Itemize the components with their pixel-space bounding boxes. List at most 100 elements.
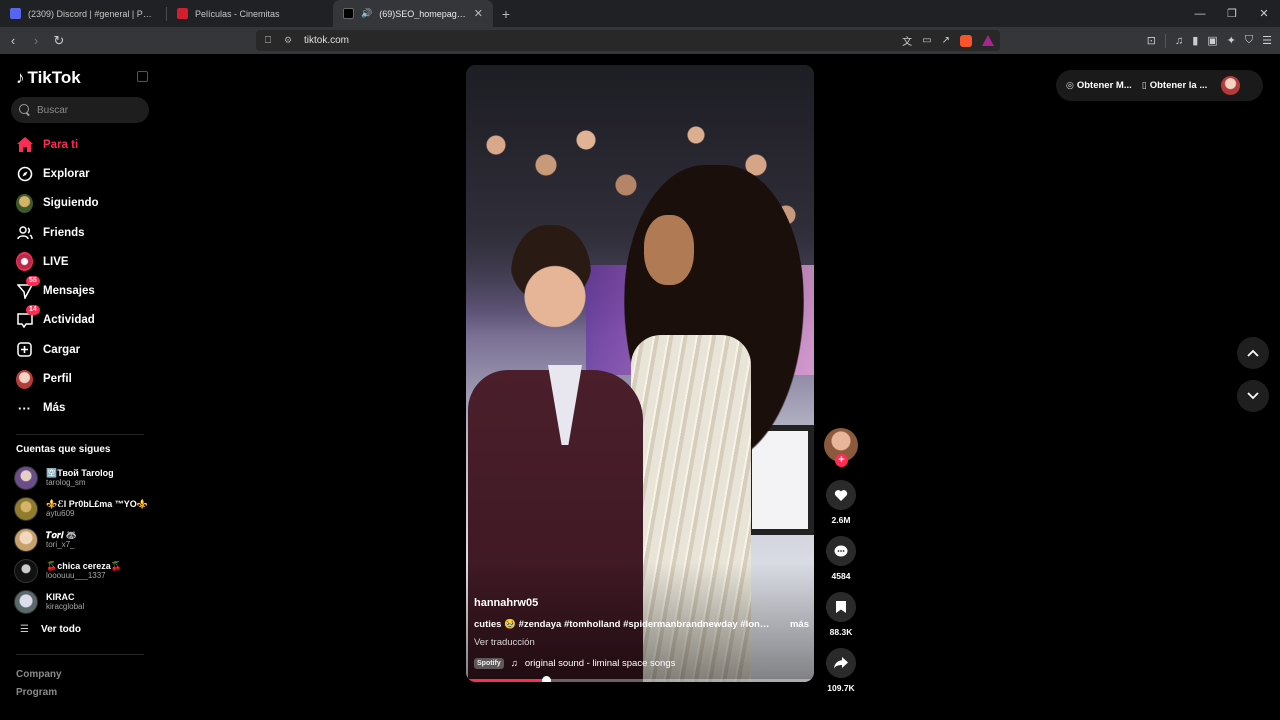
close-window-icon[interactable]: ✕ <box>1248 0 1280 27</box>
site-info-icon[interactable]: ⚙ <box>284 35 298 46</box>
nav-item-cargar[interactable]: Cargar <box>0 335 160 364</box>
share-icon[interactable]: ↗ <box>942 35 950 46</box>
chevron-down-icon <box>1247 392 1259 400</box>
tab-title: (69)SEO_homepage_title <box>379 8 467 19</box>
nav-item-actividad[interactable]: 14 Actividad <box>0 304 160 335</box>
video-progress-knob[interactable] <box>542 676 552 682</box>
collapse-sidebar-icon[interactable] <box>137 71 148 82</box>
upload-icon <box>16 341 33 358</box>
heart-icon[interactable] <box>826 480 856 510</box>
new-tab-button[interactable]: + <box>493 0 519 27</box>
tiktok-logo[interactable]: ♪ TikTok <box>16 68 81 88</box>
next-video-button[interactable] <box>1237 380 1269 412</box>
like-action[interactable]: 2.6M <box>822 480 860 525</box>
brave-shields-icon[interactable] <box>960 34 972 47</box>
minimize-icon[interactable]: — <box>1184 0 1216 27</box>
brave-rewards-icon[interactable] <box>982 35 994 46</box>
search-box[interactable] <box>11 97 149 123</box>
menu-icon[interactable]: ☰ <box>1262 34 1272 47</box>
account-name: KIRAC <box>46 591 75 602</box>
user-avatar[interactable] <box>1221 76 1241 95</box>
tab-cinemitas[interactable]: Películas - Cinemitas <box>167 0 333 27</box>
tab-title: (2309) Discord | #general | Punto De <box>28 8 156 19</box>
get-coins-button[interactable]: ◎ Obtener M... <box>1066 80 1132 91</box>
music-icon[interactable]: ♫ <box>1175 35 1183 47</box>
nav-item-siguiendo[interactable]: Siguiendo <box>0 189 160 218</box>
share-action[interactable]: 109.7K <box>822 648 860 693</box>
friends-icon <box>16 224 33 241</box>
nav-item-perfil[interactable]: Perfil <box>0 364 160 393</box>
nav-item-para-ti[interactable]: Para ti <box>0 130 160 159</box>
footer-program-link[interactable]: Program <box>16 684 62 702</box>
see-all-button[interactable]: ☰ Ver todo <box>20 624 81 635</box>
comment-action[interactable]: 4584 <box>822 536 860 581</box>
nav-label: Perfil <box>43 373 72 386</box>
window-controls: — ❐ ✕ <box>1184 0 1280 27</box>
share-count: 109.7K <box>827 683 855 693</box>
cast-icon[interactable]: ▭ <box>922 35 931 46</box>
account-name: 𝑻𝒐𝒓𝒊 🦝 <box>46 529 78 540</box>
leo-ai-icon[interactable]: ✦ <box>1227 34 1236 47</box>
account-item[interactable]: ⚜️ℰl Pr0bL£ma ™YO⚜️ aytu609 <box>14 493 154 524</box>
reload-icon[interactable]: ↻ <box>49 30 69 52</box>
nav-label: Para ti <box>43 138 79 151</box>
video-player[interactable]: hannahrw05 cuties 🥹 #zendaya #tomholland… <box>466 65 814 682</box>
divider <box>16 434 144 435</box>
phone-icon: ▯ <box>1141 80 1147 90</box>
sidebar-toggle-icon[interactable]: ▮ <box>1192 34 1198 47</box>
reading-list-icon[interactable]: ⊡ <box>1147 34 1156 47</box>
account-username: tarolog_sm <box>46 477 86 487</box>
nav-item-mas[interactable]: ··· Más <box>0 394 160 423</box>
previous-video-button[interactable] <box>1237 337 1269 369</box>
address-bar[interactable]: ⎕ ⚙ tiktok.com 文 ▭ ↗ <box>256 30 1000 51</box>
back-icon[interactable]: ‹ <box>3 30 23 52</box>
nav-item-live[interactable]: LIVE <box>0 247 160 276</box>
vpn-icon[interactable]: ⛉ <box>1245 34 1253 47</box>
nav-label: Mensajes <box>43 285 95 298</box>
translate-link[interactable]: Ver traducción <box>474 637 535 648</box>
account-item[interactable]: 🍒chica cereza🍒 looouuu___1337 <box>14 555 154 586</box>
bookmark-icon[interactable]: ⎕ <box>260 35 276 46</box>
tab-discord[interactable]: (2309) Discord | #general | Punto De <box>0 0 166 27</box>
wallet-icon[interactable]: ▣ <box>1207 34 1217 47</box>
video-description-text: cuties 🥹 #zendaya #tomholland #spiderman… <box>474 619 774 630</box>
account-item[interactable]: KIRAC kiracglobal <box>14 586 154 617</box>
nav-item-friends[interactable]: Friends <box>0 218 160 247</box>
follow-plus-icon[interactable]: + <box>835 454 848 467</box>
chevron-up-icon <box>1247 349 1259 357</box>
audio-icon[interactable]: 🔊 <box>361 8 372 19</box>
translate-icon[interactable]: 文 <box>902 33 912 48</box>
account-item[interactable]: 🈳Твой Tarolog tarolog_sm <box>14 462 154 493</box>
tiktok-note-icon: ♪ <box>16 68 25 87</box>
account-item[interactable]: 𝑻𝒐𝒓𝒊 🦝 tori_x7_ <box>14 524 154 555</box>
url-text: tiktok.com <box>304 35 350 46</box>
save-action[interactable]: 88.3K <box>822 592 860 637</box>
live-icon <box>16 252 33 272</box>
share-icon[interactable] <box>826 648 856 678</box>
more-button[interactable]: más <box>790 619 809 630</box>
nav-item-mensajes[interactable]: 55 Mensajes <box>0 275 160 305</box>
like-count: 2.6M <box>831 515 851 525</box>
nav-label: Actividad <box>43 314 95 327</box>
tab-tiktok[interactable]: 🔊 (69)SEO_homepage_title ✕ <box>333 0 493 27</box>
bookmark-icon[interactable] <box>826 592 856 622</box>
search-input[interactable] <box>37 104 137 116</box>
footer-company-link[interactable]: Company <box>16 666 62 684</box>
comment-icon[interactable] <box>826 536 856 566</box>
forward-icon[interactable]: › <box>26 30 46 52</box>
video-progress-bar[interactable] <box>466 676 814 682</box>
compass-icon <box>16 165 33 182</box>
spotify-tag[interactable]: Spotify <box>474 658 504 669</box>
restore-icon[interactable]: ❐ <box>1216 0 1248 27</box>
creator-avatar[interactable]: + <box>824 428 858 467</box>
video-username[interactable]: hannahrw05 <box>474 597 538 609</box>
footer-links: Company Program <box>16 666 62 702</box>
tab-title: Películas - Cinemitas <box>195 8 280 19</box>
close-tab-icon[interactable]: ✕ <box>474 7 483 20</box>
nav-item-explorar[interactable]: Explorar <box>0 159 160 188</box>
logo-text: TikTok <box>27 68 81 87</box>
music-row[interactable]: Spotify ♫ original sound - liminal space… <box>474 658 675 669</box>
comment-count: 4584 <box>831 571 851 581</box>
get-app-button[interactable]: ▯ Obtener la ... <box>1142 80 1208 91</box>
video-progress-fill <box>466 679 547 682</box>
